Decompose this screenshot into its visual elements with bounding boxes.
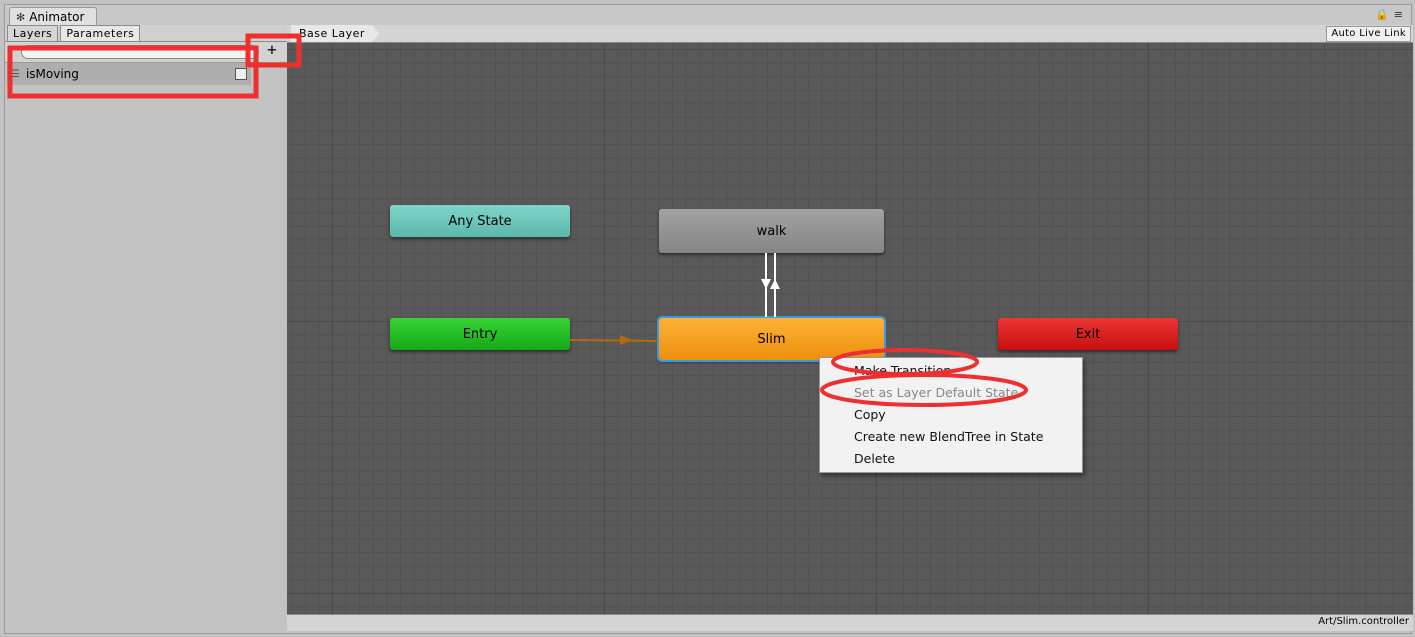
menu-item-set-default-state: Set as Layer Default State bbox=[854, 385, 1019, 400]
left-panel: Layers Parameters + ☰ isMoving bbox=[5, 25, 288, 631]
parameter-name: isMoving bbox=[25, 67, 79, 81]
state-slim[interactable]: Slim bbox=[657, 316, 886, 362]
menu-icon[interactable]: ≡ bbox=[1394, 8, 1403, 21]
context-menu: Make Transition Set as Layer Default Sta… bbox=[819, 357, 1083, 473]
title-bar: ✻ Animator 🔒 ≡ bbox=[5, 5, 1411, 26]
lock-icon[interactable]: 🔒 bbox=[1375, 8, 1389, 21]
drag-handle-icon[interactable]: ☰ bbox=[11, 69, 20, 80]
state-machine-graph[interactable]: Base Layer Auto Live Link Any State walk… bbox=[287, 25, 1413, 631]
state-exit[interactable]: Exit bbox=[998, 318, 1178, 350]
search-input[interactable] bbox=[21, 45, 259, 59]
auto-live-link-button[interactable]: Auto Live Link bbox=[1326, 26, 1411, 42]
breadcrumb[interactable]: Base Layer bbox=[291, 25, 379, 42]
menu-item-create-blendtree[interactable]: Create new BlendTree in State bbox=[820, 426, 1082, 448]
graph-footer: Art/Slim.controller bbox=[287, 614, 1413, 631]
parameter-row[interactable]: ☰ isMoving bbox=[7, 63, 251, 85]
animator-window: ✻ Animator 🔒 ≡ Layers Parameters + ☰ isM… bbox=[4, 4, 1413, 634]
state-any-state[interactable]: Any State bbox=[390, 205, 570, 237]
parameter-search-bar: + bbox=[5, 42, 287, 63]
state-entry[interactable]: Entry bbox=[390, 318, 570, 350]
parameter-bool-checkbox[interactable] bbox=[235, 68, 247, 80]
window-title: Animator bbox=[29, 10, 85, 24]
add-parameter-button[interactable]: + bbox=[263, 43, 281, 59]
menu-item-make-transition[interactable]: Make Transition bbox=[820, 360, 1082, 382]
animator-icon: ✻ bbox=[16, 10, 26, 24]
graph-toolbar: Base Layer Auto Live Link bbox=[287, 25, 1413, 43]
controller-path: Art/Slim.controller bbox=[1318, 616, 1409, 627]
window-tab-animator[interactable]: ✻ Animator bbox=[9, 7, 98, 26]
menu-item-copy[interactable]: Copy bbox=[820, 404, 1082, 426]
state-walk[interactable]: walk bbox=[659, 209, 884, 253]
panel-tabs: Layers Parameters bbox=[5, 25, 287, 42]
tab-parameters[interactable]: Parameters bbox=[60, 25, 141, 41]
tab-layers[interactable]: Layers bbox=[7, 25, 59, 41]
menu-item-delete[interactable]: Delete bbox=[820, 448, 1082, 470]
